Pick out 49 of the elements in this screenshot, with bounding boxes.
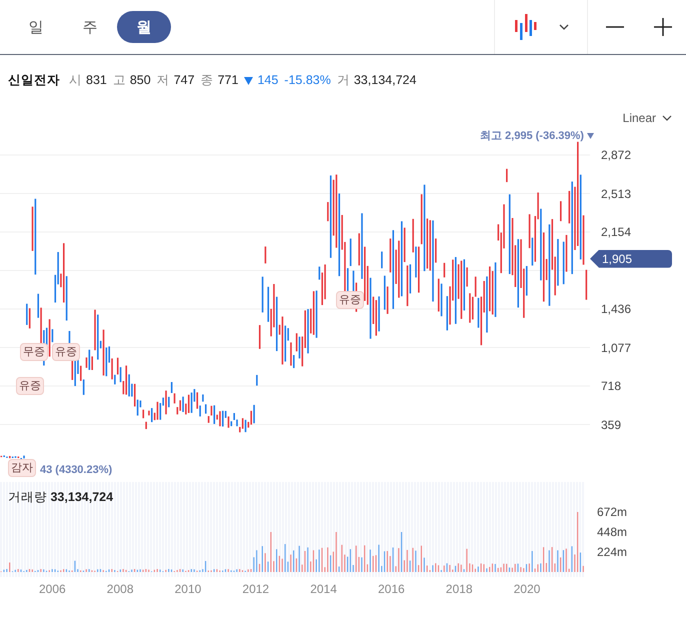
volume-title: 거래량 33,134,724 (8, 489, 114, 506)
field-value: 771 (218, 73, 238, 87)
year-label: 2014 (310, 582, 337, 596)
axis-label: 359 (601, 416, 622, 432)
field-value: 33,134,724 (354, 73, 416, 87)
axis-label: 2,872 (601, 147, 632, 163)
scale-dropdown[interactable]: Linear (622, 111, 672, 125)
stock-name: 신일전자 (8, 72, 60, 89)
field-label: 시 (69, 72, 82, 89)
axis-label: 1,436 (601, 301, 632, 317)
candlestick-icon[interactable] (513, 14, 537, 40)
field-label: 종 (200, 72, 214, 89)
axis-label: 448m (597, 524, 628, 540)
period-tab[interactable]: 일 (9, 11, 63, 43)
field-label: 고 (112, 72, 126, 89)
field-value: 850 (130, 73, 151, 87)
axis-label: 2,154 (601, 224, 632, 240)
event-badge: 유증 (52, 343, 80, 361)
axis-label: 2,513 (601, 186, 632, 202)
down-triangle-icon (586, 132, 594, 138)
axis-label: 224m (597, 544, 628, 560)
change-rate: -15.83% (284, 73, 331, 87)
year-label: 2008 (106, 582, 134, 596)
year-label: 2020 (514, 582, 540, 596)
high-price-marker: 최고 2,995 (-36.39%) (480, 128, 594, 143)
zoom-in-icon[interactable] (654, 18, 672, 36)
event-badge: 무증 (20, 343, 48, 361)
event-badge: 감자 (8, 459, 36, 477)
year-label: 2010 (174, 582, 202, 596)
field-label: 거 (336, 72, 350, 89)
current-price-tag: 1,905 (590, 250, 672, 268)
chevron-down-icon (662, 115, 672, 121)
year-label: 2006 (39, 582, 66, 596)
period-tab[interactable]: 월 (117, 11, 171, 43)
caret-down-icon[interactable] (559, 24, 569, 30)
year-label: 2016 (378, 582, 405, 596)
event-badge: 유증 (336, 291, 364, 309)
period-tab[interactable]: 주 (63, 11, 117, 43)
field-value: 747 (174, 73, 195, 87)
axis-label: 672m (597, 504, 628, 520)
field-value: 831 (86, 73, 107, 87)
axis-label: 1,077 (601, 340, 632, 356)
year-label: 2018 (446, 582, 472, 596)
change-value: 145 (257, 73, 278, 87)
year-label: 2012 (242, 582, 270, 596)
event-badge: 유증 (16, 377, 44, 395)
axis-label: 718 (601, 378, 622, 394)
field-label: 저 (156, 72, 170, 89)
low-price-marker: 43 (4330.23%) (40, 464, 112, 476)
